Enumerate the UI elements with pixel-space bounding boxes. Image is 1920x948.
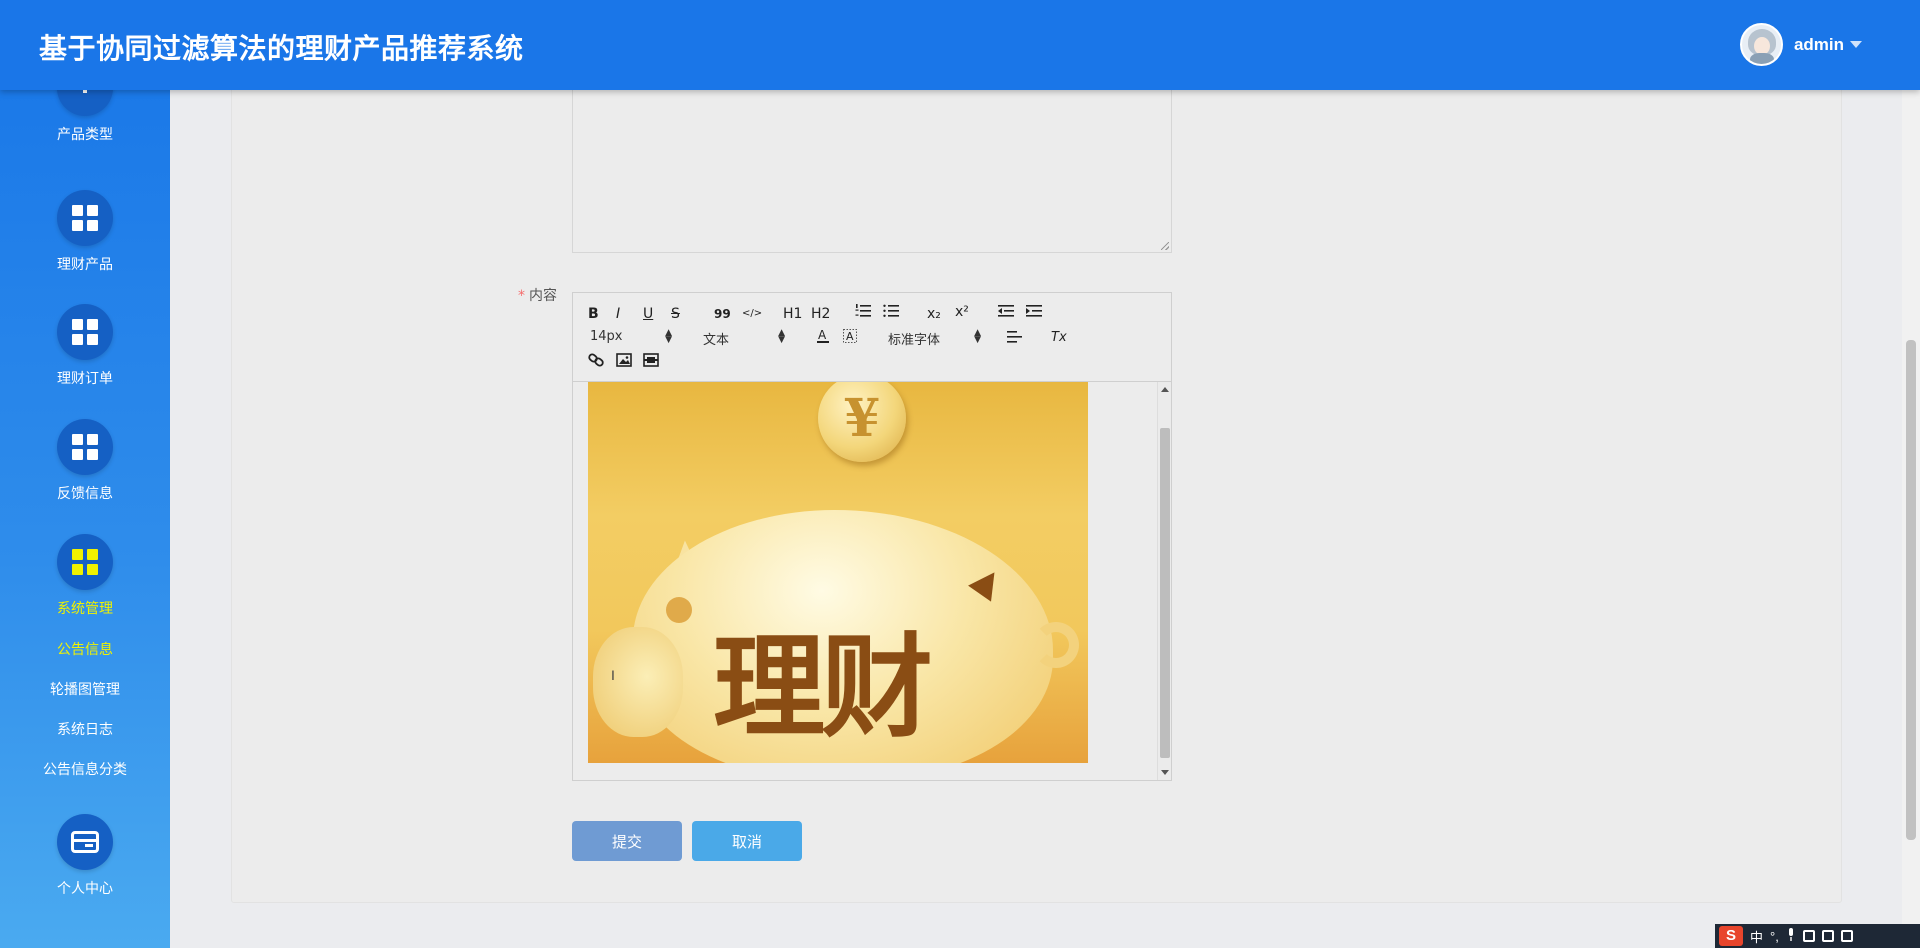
- grid-icon: [57, 304, 113, 360]
- sidebar-item-financial-orders[interactable]: 理财订单: [0, 304, 170, 388]
- sidebar-item-feedback[interactable]: 反馈信息: [0, 419, 170, 503]
- outdent-icon[interactable]: [998, 304, 1014, 323]
- grid-icon: [57, 534, 113, 590]
- code-button[interactable]: </>: [742, 305, 762, 323]
- chevron-down-icon[interactable]: [1850, 41, 1862, 48]
- ime-toolbar: S 中 °,: [1715, 924, 1920, 948]
- avatar[interactable]: [1739, 23, 1783, 66]
- microphone-icon[interactable]: [1786, 927, 1796, 945]
- font-family-select[interactable]: 标准字体 ▲ ▼: [888, 328, 981, 349]
- textarea-field[interactable]: [572, 90, 1172, 253]
- editor-scrollbar[interactable]: [1157, 382, 1171, 780]
- editor-content[interactable]: ¥ 理财 I: [573, 382, 1171, 780]
- card-icon: [57, 814, 113, 870]
- ordered-list-icon[interactable]: [855, 304, 871, 323]
- scrollbar-thumb[interactable]: [1906, 340, 1916, 840]
- top-header: 基于协同过滤算法的理财产品推荐系统 admin: [0, 0, 1920, 90]
- align-left-icon[interactable]: [1007, 330, 1023, 348]
- cancel-button[interactable]: 取消: [692, 821, 802, 861]
- sidebar: 产品类型 理财产品 理财订单 反馈信息 系统管理 公告信息 轮播图管理 系统日志…: [0, 60, 170, 948]
- underline-button[interactable]: U: [643, 305, 653, 323]
- rich-text-editor[interactable]: B I U S 99 </> H1 H2 x₂ x² 14px ▲ ▼ 文本 ▲ ▼ A: [572, 292, 1172, 781]
- grid-icon: [57, 419, 113, 475]
- piggy-bank-image: ¥ 理财 I: [588, 382, 1088, 763]
- sidebar-subitem-system-log[interactable]: 系统日志: [0, 719, 170, 739]
- video-icon[interactable]: [643, 353, 659, 372]
- blockquote-button[interactable]: 99: [714, 305, 731, 323]
- sidebar-subitem-carousel[interactable]: 轮播图管理: [0, 679, 170, 699]
- svg-text:A: A: [846, 330, 854, 343]
- link-icon[interactable]: [588, 353, 604, 372]
- ime-logo[interactable]: S: [1719, 926, 1743, 946]
- subscript-button[interactable]: x₂: [927, 305, 941, 323]
- superscript-button[interactable]: x²: [955, 303, 969, 321]
- select-arrows-icon: ▲ ▼: [665, 328, 672, 345]
- svg-text:A: A: [818, 328, 827, 342]
- sidebar-item-label: 反馈信息: [57, 486, 113, 502]
- sidebar-item-label: 产品类型: [57, 127, 113, 143]
- h1-button[interactable]: H1: [783, 305, 802, 323]
- submit-button[interactable]: 提交: [572, 821, 682, 861]
- sidebar-item-financial-products[interactable]: 理财产品: [0, 190, 170, 274]
- app-title: 基于协同过滤算法的理财产品推荐系统: [39, 32, 524, 65]
- ime-punctuation[interactable]: °,: [1770, 929, 1779, 944]
- scroll-down-icon: [1161, 770, 1169, 775]
- image-icon[interactable]: [616, 353, 632, 372]
- bold-button[interactable]: B: [588, 305, 599, 323]
- strike-button[interactable]: S: [671, 305, 680, 323]
- content-label: * 内容: [518, 288, 557, 304]
- editor-toolbar: B I U S 99 </> H1 H2 x₂ x² 14px ▲ ▼ 文本 ▲ ▼ A: [573, 293, 1171, 382]
- ime-lang[interactable]: 中: [1750, 927, 1763, 946]
- select-arrows-icon: ▲ ▼: [778, 328, 785, 345]
- sidebar-subitem-announcement-category[interactable]: 公告信息分类: [0, 759, 170, 779]
- indent-icon[interactable]: [1026, 304, 1042, 323]
- user-menu[interactable]: admin: [1739, 23, 1862, 66]
- header-select[interactable]: 文本 ▲ ▼: [703, 328, 785, 349]
- bullet-list-icon[interactable]: [883, 304, 899, 323]
- font-color-icon[interactable]: A: [816, 328, 830, 349]
- clear-format-button[interactable]: Tx: [1051, 329, 1067, 347]
- image-caption: 理财: [713, 623, 933, 753]
- sidebar-item-system-management[interactable]: 系统管理: [0, 534, 170, 618]
- page-scrollbar[interactable]: [1902, 90, 1920, 948]
- keyboard-icon[interactable]: [1802, 930, 1815, 942]
- sidebar-item-label: 个人中心: [57, 881, 113, 897]
- h2-button[interactable]: H2: [811, 305, 830, 323]
- grid-icon[interactable]: [1840, 930, 1853, 942]
- coin-graphic: ¥: [818, 382, 906, 462]
- sidebar-item-personal-center[interactable]: 个人中心: [0, 814, 170, 898]
- skin-icon[interactable]: [1821, 930, 1834, 942]
- required-mark: *: [518, 288, 525, 304]
- sidebar-item-label: 理财订单: [57, 371, 113, 387]
- resize-handle[interactable]: [1161, 242, 1169, 250]
- scrollbar-thumb[interactable]: [1160, 428, 1170, 758]
- user-name[interactable]: admin: [1794, 35, 1844, 55]
- italic-button[interactable]: I: [616, 305, 620, 323]
- select-arrows-icon: ▲ ▼: [974, 328, 981, 345]
- grid-icon: [57, 190, 113, 246]
- font-size-select[interactable]: 14px ▲ ▼: [590, 328, 672, 345]
- sidebar-subitem-announcements[interactable]: 公告信息: [0, 639, 170, 659]
- text-cursor-icon: I: [611, 667, 615, 683]
- background-color-icon[interactable]: A: [843, 328, 857, 349]
- sidebar-item-label: 理财产品: [57, 257, 113, 273]
- sidebar-item-label: 系统管理: [57, 601, 113, 617]
- scroll-up-icon: [1161, 387, 1169, 392]
